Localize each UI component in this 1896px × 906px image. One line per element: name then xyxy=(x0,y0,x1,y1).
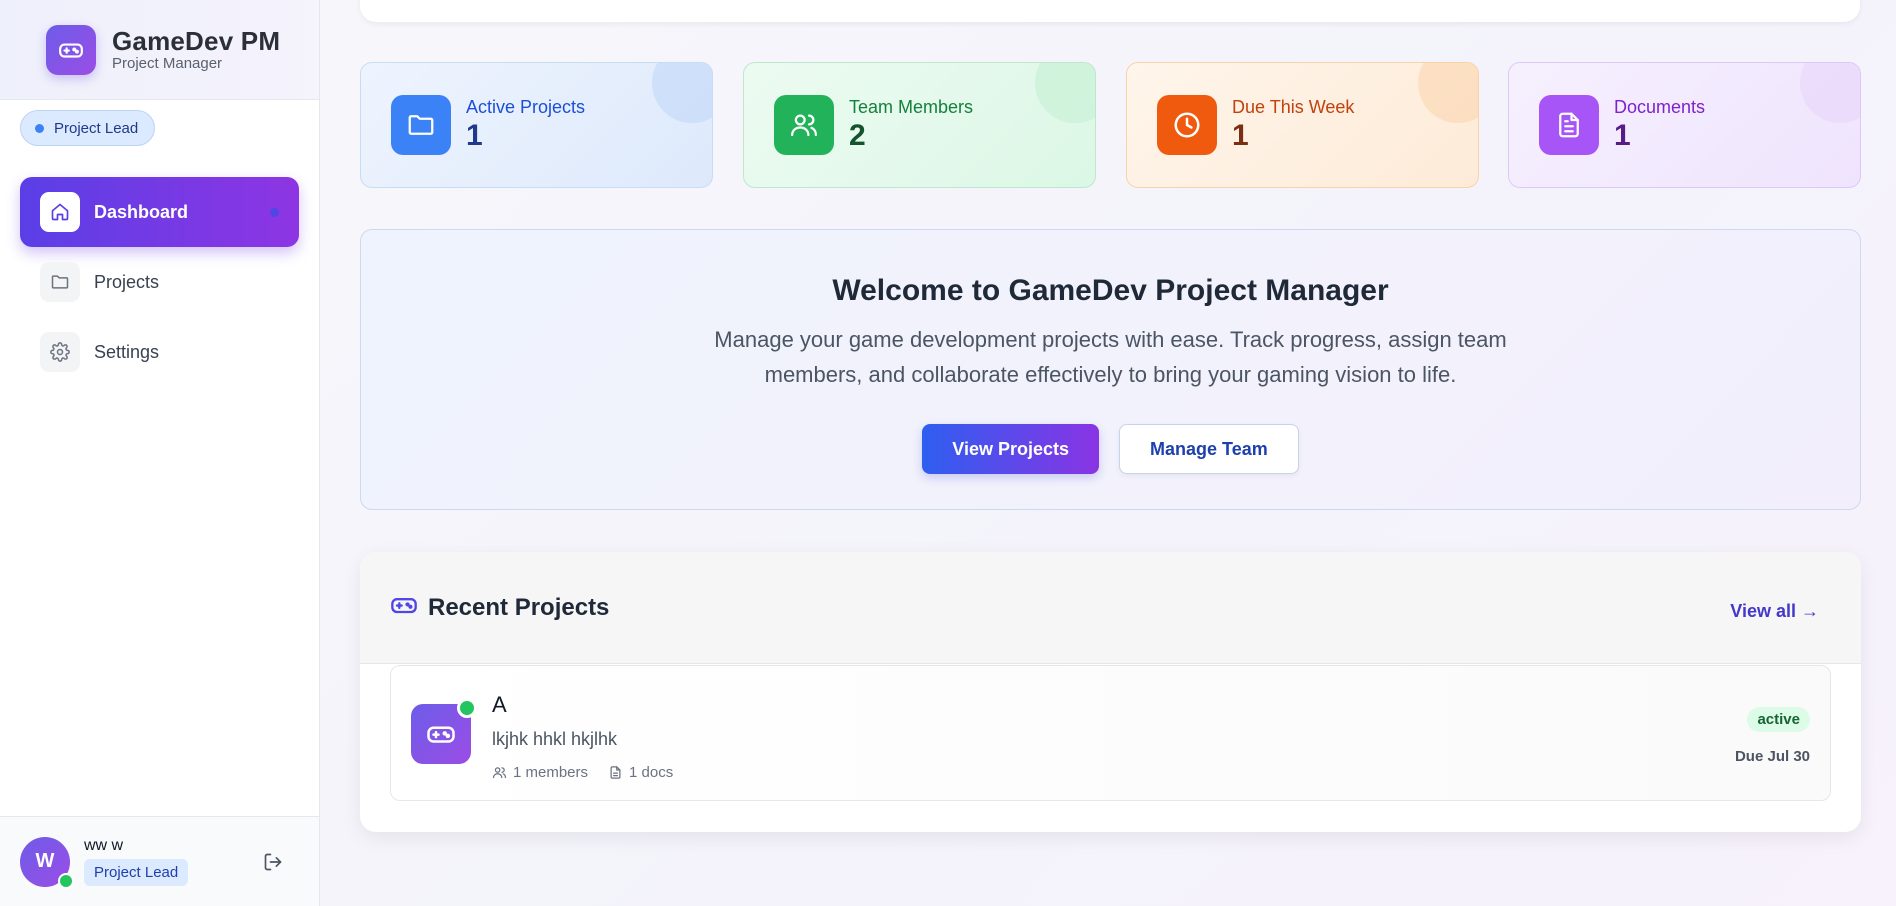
stat-value: 1 xyxy=(1614,119,1631,152)
decorative-circle xyxy=(1418,63,1478,123)
welcome-title: Welcome to GameDev Project Manager xyxy=(832,274,1389,307)
gamepad-icon xyxy=(390,591,418,624)
gamepad-icon xyxy=(46,24,96,75)
welcome-panel: Welcome to GameDev Project Manager Manag… xyxy=(360,229,1861,510)
sidebar: GameDev PM Project Manager Project Lead … xyxy=(0,0,320,906)
stat-card-due-this-week: Due This Week 1 xyxy=(1126,62,1479,188)
manage-team-button[interactable]: Manage Team xyxy=(1119,424,1299,474)
active-indicator xyxy=(270,208,279,217)
online-status-icon xyxy=(457,698,477,718)
role-badge: Project Lead xyxy=(20,110,156,146)
users-icon xyxy=(492,767,507,779)
sidebar-item-label: Dashboard xyxy=(94,201,189,222)
welcome-text: Manage your game development projects wi… xyxy=(714,327,1507,387)
project-meta: 1 members 1 docs xyxy=(492,764,693,781)
project-due-date: Due Jul 30 xyxy=(1734,748,1810,765)
sidebar-item-dashboard[interactable]: Dashboard xyxy=(20,177,299,247)
app-title: GameDev PM xyxy=(112,25,281,56)
user-role-badge: Project Lead xyxy=(84,859,189,886)
stat-card-team-members: Team Members 2 xyxy=(743,62,1096,188)
project-docs: 1 docs xyxy=(629,764,674,781)
stat-label: Active Projects xyxy=(466,97,586,117)
decorative-circle xyxy=(1800,63,1860,123)
stat-value: 1 xyxy=(466,119,483,152)
role-dot-icon xyxy=(35,123,44,133)
list-item[interactable]: A lkjhk hhkl hkjlhk 1 members 1 docs act… xyxy=(390,665,1831,801)
user-panel: W ww w Project Lead xyxy=(0,816,319,906)
avatar-initial: W xyxy=(35,850,55,872)
stat-label: Due This Week xyxy=(1232,97,1355,117)
home-icon xyxy=(40,192,80,232)
status-badge: active xyxy=(1747,707,1810,732)
folder-icon xyxy=(391,95,451,155)
top-card-edge xyxy=(360,0,1860,22)
project-name: A xyxy=(492,692,507,717)
decorative-circle xyxy=(652,63,712,123)
gear-icon xyxy=(40,332,80,372)
recent-projects-panel: Recent Projects View all → A lkjhk hhkl … xyxy=(360,552,1861,832)
sidebar-item-settings[interactable]: Settings xyxy=(20,317,299,387)
app-subtitle: Project Manager xyxy=(112,54,223,72)
stat-card-active-projects: Active Projects 1 xyxy=(360,62,713,188)
project-members: 1 members xyxy=(513,764,589,781)
logout-icon[interactable] xyxy=(261,850,285,874)
stat-value: 1 xyxy=(1232,119,1249,152)
gamepad-icon xyxy=(411,698,477,764)
folder-icon xyxy=(40,262,80,302)
role-badge-label: Project Lead xyxy=(54,119,139,137)
recent-projects-header: Recent Projects View all → xyxy=(360,552,1861,664)
view-all-link[interactable]: View all → xyxy=(1730,601,1819,622)
sidebar-nav: Dashboard Projects Settings xyxy=(20,177,299,387)
sidebar-item-label: Projects xyxy=(94,271,160,292)
user-name: ww w xyxy=(84,837,124,854)
sidebar-item-projects[interactable]: Projects xyxy=(20,247,299,317)
decorative-circle xyxy=(1035,63,1095,123)
stat-label: Team Members xyxy=(849,97,974,117)
project-description: lkjhk hhkl hkjlhk xyxy=(492,729,618,749)
document-icon xyxy=(1539,95,1599,155)
online-status-icon xyxy=(58,872,74,889)
document-icon xyxy=(610,766,621,779)
sidebar-item-label: Settings xyxy=(94,341,160,362)
stat-card-documents: Documents 1 xyxy=(1508,62,1861,188)
stat-value: 2 xyxy=(849,119,866,152)
recent-projects-title: Recent Projects xyxy=(428,593,610,621)
avatar[interactable]: W xyxy=(20,836,74,889)
clock-icon xyxy=(1157,95,1217,155)
brand-header: GameDev PM Project Manager xyxy=(0,0,319,100)
users-icon xyxy=(774,95,834,155)
view-projects-button[interactable]: View Projects xyxy=(922,424,1100,474)
stat-label: Documents xyxy=(1614,97,1706,117)
